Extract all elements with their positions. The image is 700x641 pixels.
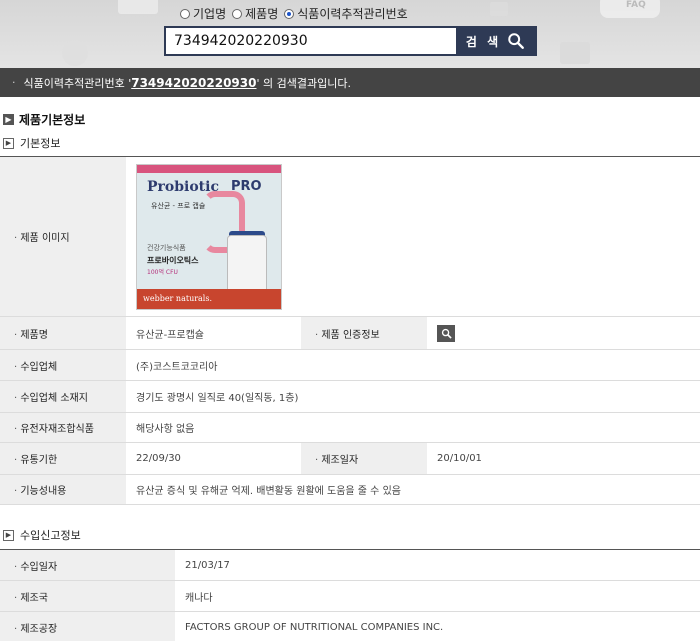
table-row: 제품 이미지 Probiotic PRO 유산균 - 프로 캡슐 건강기능식품 … <box>0 156 700 317</box>
value-importer: (주)코스트코코리아 <box>126 349 700 381</box>
section-title: 제품기본정보 <box>19 113 86 127</box>
subsection-basic-info: ▶ 기본정보 <box>3 135 700 151</box>
import-info-table: 수입일자 21/03/17 제조국 캐나다 제조공장 FACTORS GROUP… <box>0 549 700 641</box>
label-importer: 수입업체 <box>0 349 126 381</box>
table-row: 기능성내용 유산균 증식 및 유해균 억제. 배변활동 원활에 도움을 줄 수 … <box>0 474 700 505</box>
bullet-icon: · <box>12 76 16 89</box>
radio-label: 기업명 <box>193 7 227 21</box>
label-import-date: 수입일자 <box>0 549 175 581</box>
radio-company-name[interactable]: 기업명 <box>180 5 226 22</box>
search-type-radio-group: 기업명 제품명 식품이력추적관리번호 <box>180 5 408 22</box>
value-country: 캐나다 <box>175 580 700 612</box>
faq-label: FAQ <box>626 0 646 10</box>
magnifier-icon <box>441 328 452 339</box>
section-product-basic-info: ▶ 제품기본정보 <box>3 111 700 128</box>
value-importer-address: 경기도 광명시 일직로 40(일직동, 1층) <box>126 380 700 413</box>
radio-button-icon[interactable] <box>232 8 243 19</box>
value-manufacture-date: 20/10/01 <box>427 442 700 475</box>
certification-cell <box>427 316 700 350</box>
table-row: 유전자재조합식품 해당사항 없음 <box>0 412 700 443</box>
package-text: 건강기능식품 <box>147 243 186 252</box>
label-importer-address: 수입업체 소재지 <box>0 380 126 413</box>
certification-search-button[interactable] <box>437 324 455 342</box>
product-image-cell: Probiotic PRO 유산균 - 프로 캡슐 건강기능식품 프로바이오틱스… <box>126 156 700 317</box>
radio-label: 제품명 <box>245 7 279 21</box>
value-gmo: 해당사항 없음 <box>126 412 700 443</box>
search-box: 검 색 <box>164 26 537 56</box>
value-import-date: 21/03/17 <box>175 549 700 581</box>
subsection-import-report: ▶ 수입신고정보 <box>3 527 700 543</box>
search-input[interactable] <box>166 28 456 54</box>
label-function: 기능성내용 <box>0 474 126 505</box>
search-icon <box>508 33 525 49</box>
table-row: 제품명 유산균-프로캡슐 제품 인증정보 <box>0 316 700 350</box>
label-product-name: 제품명 <box>0 316 126 350</box>
label-product-image: 제품 이미지 <box>0 156 126 317</box>
table-row: 수입업체 소재지 경기도 광명시 일직로 40(일직동, 1층) <box>0 380 700 413</box>
product-image: Probiotic PRO 유산균 - 프로 캡슐 건강기능식품 프로바이오틱스… <box>136 163 282 310</box>
value-expiry: 22/09/30 <box>126 442 301 475</box>
chevron-right-icon: ▶ <box>3 529 14 541</box>
value-product-name: 유산균-프로캡슐 <box>126 316 301 350</box>
label-country: 제조국 <box>0 580 175 612</box>
label-gmo: 유전자재조합식품 <box>0 412 126 443</box>
table-row: 제조공장 FACTORS GROUP OF NUTRITIONAL COMPAN… <box>0 611 700 641</box>
background-decoration <box>62 40 88 66</box>
package-text: 100억 CFU <box>147 268 178 276</box>
table-row: 수입일자 21/03/17 <box>0 549 700 581</box>
search-result-banner: · 식품이력추적관리번호 ' 734942020220930 ' 의 검색결과입… <box>0 68 700 97</box>
package-band <box>137 164 281 173</box>
radio-traceability-number[interactable]: 식품이력추적관리번호 <box>284 5 408 22</box>
radio-product-name[interactable]: 제품명 <box>232 5 278 22</box>
basic-info-table: 제품 이미지 Probiotic PRO 유산균 - 프로 캡슐 건강기능식품 … <box>0 156 700 505</box>
background-decoration <box>490 2 508 16</box>
search-button-label: 검 색 <box>465 34 502 49</box>
subsection-title: 기본정보 <box>20 137 61 150</box>
search-button[interactable]: 검 색 <box>456 28 535 54</box>
search-area: FAQ 기업명 제품명 식품이력추적관리번호 검 색 <box>0 0 700 68</box>
value-factory: FACTORS GROUP OF NUTRITIONAL COMPANIES I… <box>175 611 700 641</box>
background-decoration <box>560 42 590 64</box>
chevron-right-icon: ▶ <box>3 137 14 149</box>
label-certification: 제품 인증정보 <box>301 316 427 350</box>
table-row: 제조국 캐나다 <box>0 580 700 612</box>
label-manufacture-date: 제조일자 <box>301 442 427 475</box>
result-prefix: 식품이력추적관리번호 ' <box>23 76 132 90</box>
background-decoration <box>118 0 158 14</box>
subsection-title: 수입신고정보 <box>20 529 81 542</box>
chevron-right-icon: ▶ <box>3 114 14 125</box>
package-korean-name: 유산균 - 프로 캡슐 <box>151 201 206 210</box>
package-brand: webber naturals. <box>137 288 281 309</box>
value-function: 유산균 증식 및 유해균 억제. 배변활동 원활에 도움을 줄 수 있음 <box>126 474 700 505</box>
table-row: 수입업체 (주)코스트코코리아 <box>0 349 700 381</box>
radio-button-selected-icon[interactable] <box>284 8 295 19</box>
result-query: 734942020220930 <box>131 75 257 90</box>
label-expiry: 유통기한 <box>0 442 126 475</box>
radio-label: 식품이력추적관리번호 <box>297 7 408 21</box>
package-text: 프로바이오틱스 <box>147 255 199 265</box>
label-factory: 제조공장 <box>0 611 175 641</box>
result-suffix: ' 의 검색결과입니다. <box>256 76 351 90</box>
radio-button-icon[interactable] <box>180 8 190 19</box>
table-row: 유통기한 22/09/30 제조일자 20/10/01 <box>0 442 700 475</box>
